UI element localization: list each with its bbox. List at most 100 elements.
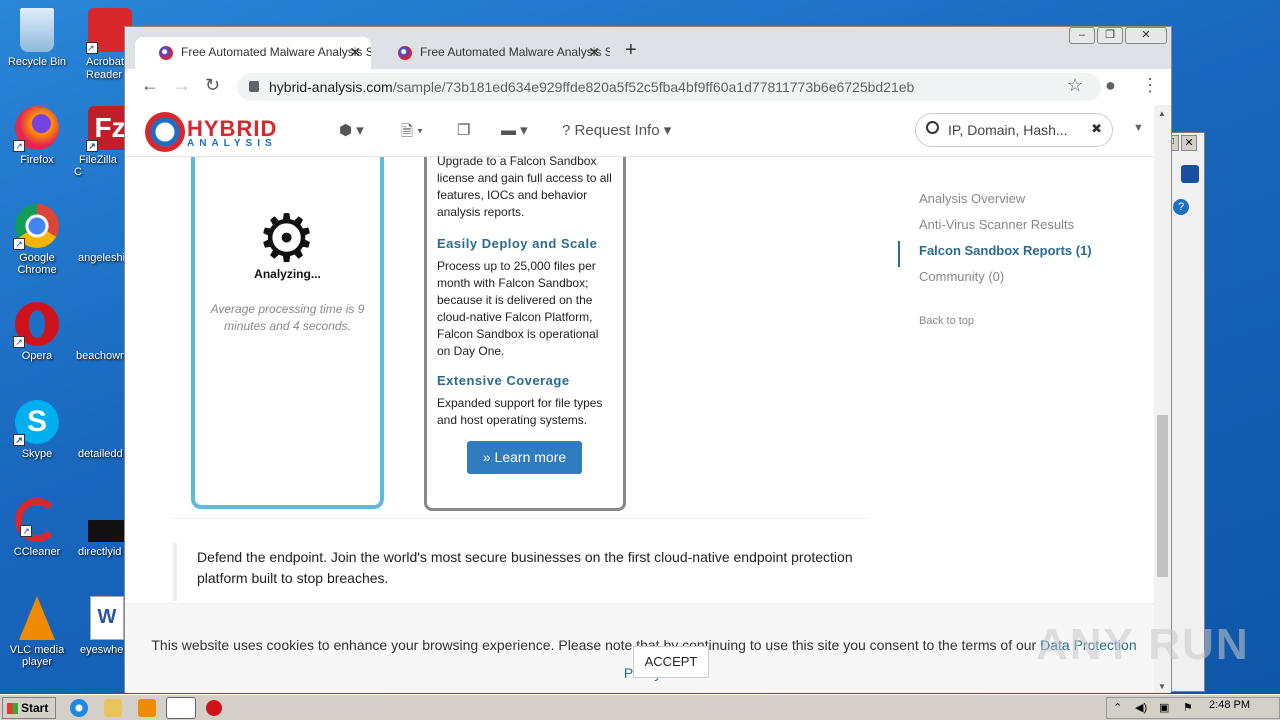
back-icon[interactable]: ← [141,75,159,96]
learn-more-label: Learn more [494,449,567,465]
recycle-bin-icon [20,8,54,52]
chrome-taskbar-icon[interactable] [166,697,196,719]
restore-icon[interactable]: ❐ [1097,27,1123,44]
flag-icon[interactable]: ⚑ [1183,701,1193,714]
opera-taskbar-icon[interactable] [206,700,222,716]
gear-icon: ⚙ [257,201,317,275]
sidenav-antivirus-results[interactable]: Anti-Virus Scanner Results [919,217,1074,232]
clear-search-icon[interactable]: ✖ [1091,121,1102,137]
document-icon [77,302,121,346]
desktop-icon-label: VLC media player [9,644,65,668]
desktop-icon-file-eyeswhe[interactable]: W eyeswhe [74,596,124,656]
help-icon[interactable]: ? [1173,199,1189,215]
browser-tab-active[interactable]: Free Automated Malware Analysis S ✕ [135,37,371,69]
tray-expand-icon[interactable]: ⌃ [1113,701,1122,714]
desktop-icon-filezilla[interactable]: Fz ↗ FileZilla C [74,106,132,178]
desktop-icon-skype[interactable]: S ↗ Skype [0,400,74,460]
minimize-icon[interactable]: – [1069,27,1095,44]
windows-logo-icon [7,703,18,714]
search-icon[interactable] [1181,165,1199,183]
scrollbar-thumb[interactable] [1157,415,1168,577]
document-icon [77,400,121,444]
analysis-status-card: ⚙ Analyzing... Average processing time i… [191,157,384,509]
url-path: /sample/73b181ed634e929ffde820a5f52c5fba… [392,79,915,95]
desktop-icon-label: Google Chrome [17,252,57,276]
nav-folder-menu[interactable]: ▬ ▾ [501,121,528,139]
sidenav-active-indicator [898,241,900,267]
average-time-text: Average processing time is 9 minutes and… [210,302,365,333]
deploy-heading: Easily Deploy and Scale [437,236,598,251]
menu-icon[interactable]: ⋮ [1141,75,1159,96]
start-button[interactable]: Start [2,697,56,719]
explorer-icon[interactable] [104,699,122,717]
desktop-icon-label: beachown [76,350,127,362]
section-divider [171,518,869,519]
taskbar-clock: 2:48 PM [1209,699,1250,711]
desktop-icon-label: eyeswhe [80,644,124,656]
ccleaner-icon: ↗ [15,498,59,542]
media-player-icon[interactable] [138,699,156,717]
reload-icon[interactable]: ↻ [205,75,220,96]
word-document-icon: W [90,596,124,640]
learn-more-button[interactable]: » Learn more [467,441,582,474]
site-header: HYBRID ANALYSIS ⬢ ▾ 🗎 ▾ ❐ ▬ ▾ ? Request … [125,105,1155,157]
scroll-up-icon[interactable]: ▲ [1158,109,1166,118]
desktop-icon-firefox[interactable]: ↗ Firefox [0,106,74,166]
document-icon [77,204,121,248]
forward-icon[interactable]: → [173,75,191,96]
scroll-down-icon[interactable]: ▼ [1158,682,1166,691]
accept-cookies-button[interactable]: ACCEPT [633,646,709,678]
search-options-caret-icon[interactable]: ▼ [1133,122,1144,134]
profile-icon[interactable]: ● [1105,75,1116,96]
sidenav-community[interactable]: Community (0) [919,269,1004,284]
address-bar[interactable]: hybrid-analysis.com/sample/73b181ed634e9… [237,73,1101,101]
sidenav-falcon-reports[interactable]: Falcon Sandbox Reports (1) [919,243,1092,258]
volume-icon[interactable]: ◀) [1135,701,1147,714]
sidenav-analysis-overview[interactable]: Analysis Overview [919,191,1025,206]
desktop-icon-acrobat[interactable]: ↗ Acrobat Reader [74,8,132,82]
desktop-icon-recycle-bin[interactable]: Recycle Bin [0,8,74,68]
desktop-icon-file-angeleshi[interactable]: angeleshi [74,204,126,264]
desktop-icon-ccleaner[interactable]: ↗ CCleaner [0,498,74,558]
page-scrollbar[interactable]: ▲ ▼ [1154,105,1171,693]
close-window-icon[interactable]: ✕ [1125,27,1167,44]
search-icon [926,121,939,134]
nav-submit-menu[interactable]: ⬢ ▾ [339,121,364,139]
nav-request-info-label: Request Info [574,122,660,139]
bookmark-star-icon[interactable]: ☆ [1067,75,1083,96]
search-input[interactable]: IP, Domain, Hash... ✖ [915,113,1113,147]
hybrid-analysis-logo-icon[interactable] [145,112,185,152]
desktop-icon-label: detailedd [78,448,123,460]
nav-files-icon[interactable]: ❐ [457,121,470,139]
desktop-icon-label: Skype [21,448,53,460]
close-tab-icon[interactable]: ✕ [349,44,361,61]
new-tab-icon[interactable]: + [625,39,637,62]
url-host: hybrid-analysis.com [269,79,393,95]
desktop-icon-file-beachown[interactable]: beachown [74,302,127,362]
browser-tab[interactable]: Free Automated Malware Analysis S ✕ [374,37,610,69]
desktop-icon-opera[interactable]: ↗ Opera [0,302,74,362]
close-icon[interactable]: ✕ [1181,135,1197,151]
ie-icon[interactable] [70,699,88,717]
close-tab-icon[interactable]: ✕ [588,44,600,61]
logo-text-bottom[interactable]: ANALYSIS [187,138,277,149]
page-viewport: HYBRID ANALYSIS ⬢ ▾ 🗎 ▾ ❐ ▬ ▾ ? Request … [125,105,1155,693]
browser-window: Free Automated Malware Analysis S ✕ Free… [124,26,1172,693]
desktop-icon-chrome[interactable]: ↗ Google Chrome [0,204,74,276]
cookie-banner: This website uses cookies to enhance you… [125,603,1155,693]
desktop-icon-vlc[interactable]: VLC media player [0,596,74,668]
browser-toolbar: ← → ↻ hybrid-analysis.com/sample/73b181e… [125,69,1171,105]
anyrun-watermark: ANY RUN [1036,620,1250,669]
desktop-icon-label: angeleshi [78,252,126,264]
nav-request-info-menu[interactable]: ? Request Info ▾ [562,121,671,139]
skype-icon: S ↗ [13,400,59,446]
sidenav-back-to-top[interactable]: Back to top [919,315,974,327]
desktop-icon-file-directlyid[interactable]: directlyid [74,498,132,558]
endpoint-quote: Defend the endpoint. Join the world's mo… [173,543,873,601]
chrome-icon: ↗ [13,204,59,250]
network-icon[interactable]: ▣ [1159,701,1169,714]
deploy-text: Process up to 25,000 files per month wit… [437,259,599,358]
desktop-icon-file-detailedd[interactable]: detailedd [74,400,124,460]
cookie-text: This website uses cookies to enhance you… [151,637,1037,653]
nav-report-menu[interactable]: 🗎 ▾ [401,121,423,146]
